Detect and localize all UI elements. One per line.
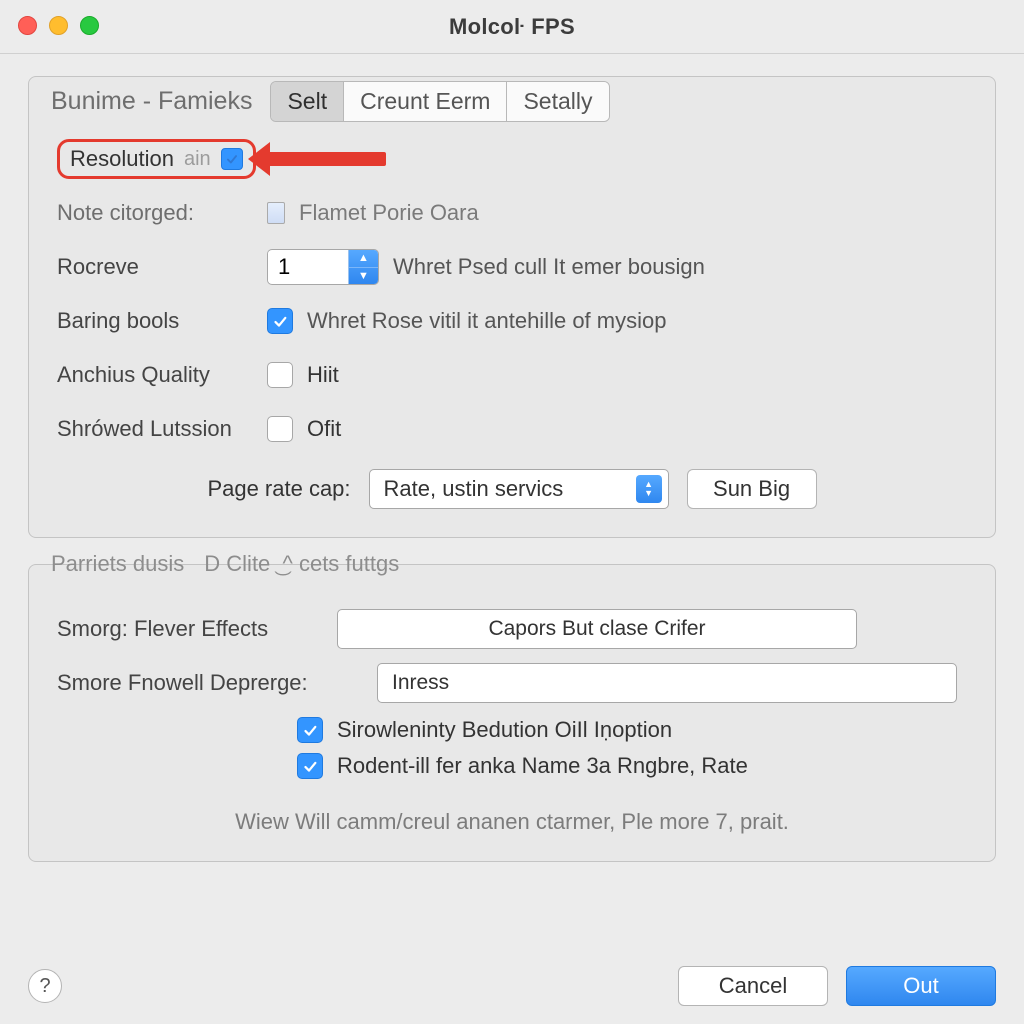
tab-creunt-eerm[interactable]: Creunt Eerm xyxy=(343,82,506,121)
anchius-label: Anchius Quality xyxy=(57,362,267,388)
extra1-checkbox[interactable] xyxy=(297,717,323,743)
note-text: Flamet Porie Oara xyxy=(299,200,479,226)
pagecap-row: Page rate cap: Rate, ustin servics ▲▼ Su… xyxy=(57,469,967,509)
baring-checkbox[interactable] xyxy=(267,308,293,334)
rocreve-row: Rocreve ▲ ▼ Whret Psed cull It emer bous… xyxy=(57,243,967,291)
extra2-checkbox[interactable] xyxy=(297,753,323,779)
info-icon xyxy=(267,202,285,224)
advanced-title: Parriets dusis xyxy=(51,551,184,577)
stepper-buttons: ▲ ▼ xyxy=(348,250,378,284)
pagecap-label: Page rate cap: xyxy=(207,476,350,502)
shrowed-checkbox[interactable] xyxy=(267,416,293,442)
advanced-legend: Parriets dusis D Clite ͜ ^ cets futtgs xyxy=(29,551,995,577)
extra1-text: Sirowleninty Bedution OiIl Iṇoption xyxy=(337,717,672,743)
stepper-down-icon[interactable]: ▼ xyxy=(349,268,378,285)
select-arrow-icon: ▲▼ xyxy=(636,475,662,503)
smorg-label: Smorg: Flever Effects xyxy=(57,616,337,642)
smore-row: Smore Fnowell Deprerge: xyxy=(57,659,967,707)
smore-label: Smore Fnowell Deprerge: xyxy=(57,670,377,696)
tab-segmented-control: Selt Creunt Eerm Setally xyxy=(270,81,609,122)
anchius-checkbox[interactable] xyxy=(267,362,293,388)
cancel-button[interactable]: Cancel xyxy=(678,966,828,1006)
settings-group: Bunime - Famieks Selt Creunt Eerm Setall… xyxy=(28,76,996,538)
rocreve-label: Rocreve xyxy=(57,254,267,280)
advanced-desc: D Clite ͜ ^ cets futtgs xyxy=(204,551,399,577)
main-content: Bunime - Famieks Selt Creunt Eerm Setall… xyxy=(0,54,1024,862)
resolution-sublabel: ain xyxy=(184,148,211,171)
anchius-row: Anchius Quality Hiit xyxy=(57,351,967,399)
note-label: Note citorged: xyxy=(57,200,267,226)
extra1-row: Sirowleninty Bedution OiIl Iṇoption xyxy=(297,717,967,743)
resolution-row: Resolution ain xyxy=(57,135,967,183)
annotation-arrow-icon xyxy=(266,152,386,166)
rocreve-stepper[interactable]: ▲ ▼ xyxy=(267,249,379,285)
anchius-text: Hiit xyxy=(307,362,339,388)
hint-text: Wiew Will camm/creul ananen ctarmer, Ple… xyxy=(57,809,967,835)
footer: ? Cancel Out xyxy=(0,966,1024,1006)
minimize-window-button[interactable] xyxy=(49,16,68,35)
extra2-text: Rodent-ill fer anka Name 3a Rngbre, Rate xyxy=(337,753,748,779)
pagecap-select[interactable]: Rate, ustin servics ▲▼ xyxy=(369,469,669,509)
sun-big-button[interactable]: Sun Big xyxy=(687,469,817,509)
smorg-field[interactable] xyxy=(337,609,857,649)
smorg-row: Smorg: Flever Effects xyxy=(57,605,967,653)
group-header: Bunime - Famieks Selt Creunt Eerm Setall… xyxy=(29,75,995,127)
baring-row: Baring bools Whret Rose vitil it antehil… xyxy=(57,297,967,345)
rocreve-field[interactable] xyxy=(268,251,348,283)
resolution-highlight: Resolution ain xyxy=(57,139,256,179)
titlebar: Molcoŀ FPS xyxy=(0,0,1024,54)
group-title: Bunime - Famieks xyxy=(51,87,270,116)
shrowed-label: Shrówed Lutssion xyxy=(57,416,267,442)
tab-setally[interactable]: Setally xyxy=(506,82,608,121)
window-title: Molcoŀ FPS xyxy=(449,14,575,40)
help-button[interactable]: ? xyxy=(28,969,62,1003)
note-value: Flamet Porie Oara xyxy=(267,200,967,226)
rocreve-text: Whret Psed cull It emer bousign xyxy=(393,254,705,280)
resolution-label: Resolution xyxy=(70,146,174,172)
shrowed-text: Ofit xyxy=(307,416,341,442)
advanced-group: Parriets dusis D Clite ͜ ^ cets futtgs S… xyxy=(28,564,996,862)
ok-button[interactable]: Out xyxy=(846,966,996,1006)
note-row: Note citorged: Flamet Porie Oara xyxy=(57,189,967,237)
resolution-checkbox[interactable] xyxy=(221,148,243,170)
stepper-up-icon[interactable]: ▲ xyxy=(349,250,378,268)
baring-label: Baring bools xyxy=(57,308,267,334)
pagecap-select-value: Rate, ustin servics xyxy=(384,476,636,502)
smore-field[interactable] xyxy=(377,663,957,703)
advanced-desc-text: D Clite ͜ ^ cets futtgs xyxy=(204,551,399,577)
maximize-window-button[interactable] xyxy=(80,16,99,35)
traffic-lights xyxy=(18,16,99,35)
tab-selt[interactable]: Selt xyxy=(271,82,343,121)
baring-text: Whret Rose vitil it antehille of mysiop xyxy=(307,308,666,334)
extra2-row: Rodent-ill fer anka Name 3a Rngbre, Rate xyxy=(297,753,967,779)
shrowed-row: Shrówed Lutssion Ofit xyxy=(57,405,967,453)
close-window-button[interactable] xyxy=(18,16,37,35)
